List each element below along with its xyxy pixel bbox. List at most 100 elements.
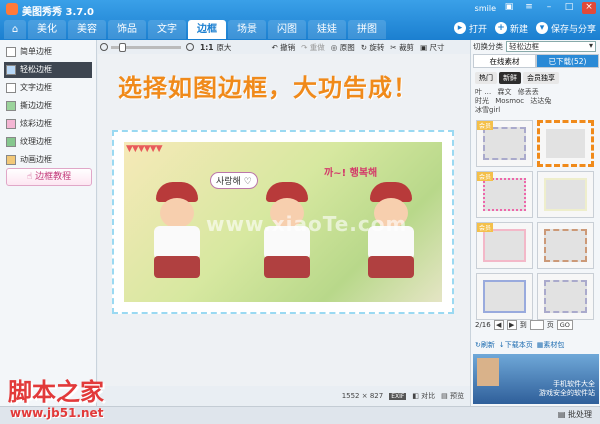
undo-button[interactable]: ↶ 撤销 (271, 42, 295, 53)
material-pack-link[interactable]: ▦素材包 (537, 340, 565, 350)
author-link[interactable]: 叶 … (475, 88, 491, 96)
zoom-slider[interactable] (111, 42, 181, 52)
tab-home[interactable]: ⌂ (4, 20, 26, 39)
zoom-slider-knob[interactable] (119, 42, 126, 52)
skin-icon[interactable]: ▣ (502, 2, 516, 14)
close-icon[interactable]: × (582, 2, 596, 14)
border-thumbnail[interactable] (537, 171, 594, 218)
photo-watermark: www.xiaoTe.com (206, 212, 408, 236)
original-size-button[interactable]: 原大 (216, 42, 231, 53)
border-thumbnail[interactable] (537, 222, 594, 269)
hand-icon: ☝ (26, 172, 36, 182)
text-border-icon (6, 83, 16, 93)
folder-icon: ▸ (453, 22, 466, 34)
ratio-button[interactable]: 1:1 (200, 43, 213, 52)
page-number-input[interactable] (529, 320, 544, 330)
sidebar-item-text[interactable]: 文字边框 (4, 80, 92, 96)
exif-button[interactable]: EXIF (389, 392, 407, 400)
compare-button[interactable]: ◧ 对比 (412, 391, 435, 401)
sidebar-item-colorful[interactable]: 炫彩边框 (4, 116, 92, 132)
vip-tag: 会员 (477, 223, 494, 232)
subtab-vip[interactable]: 会员独享 (523, 72, 559, 84)
author-link[interactable]: 达达兔 (530, 97, 551, 105)
menu-icon[interactable]: ≡ (522, 2, 536, 14)
border-thumbnail[interactable] (476, 273, 533, 320)
zoom-out-icon[interactable] (100, 43, 108, 51)
main-tabs: ⌂ 美化 美容 饰品 文字 边框 场景 闪图 娃娃 拼图 (4, 18, 386, 40)
editing-canvas[interactable]: 选择如图边框，大功告成！ ▼▼▼▼▼▼ 사랑해 ♡ 까~! 행복해 www.xi… (98, 54, 470, 386)
subtab-hot[interactable]: 热门 (475, 72, 497, 84)
subtab-new[interactable]: 新鲜 (499, 72, 521, 84)
framed-photo[interactable]: ▼▼▼▼▼▼ 사랑해 ♡ 까~! 행복해 www.xiaoTe.com (112, 130, 454, 314)
border-tutorial-button[interactable]: ☝ 边框教程 (6, 168, 92, 186)
jb51-watermark: 脚本之家 www.jb51.net (0, 372, 150, 424)
tab-border[interactable]: 边框 (188, 20, 226, 39)
next-page-icon[interactable]: ▶ (506, 320, 517, 330)
save-share-button[interactable]: ▾ 保存与分享 (535, 20, 596, 36)
jb51-url: www.jb51.net (10, 406, 104, 420)
open-button[interactable]: ▸ 打开 (453, 20, 487, 36)
save-icon: ▾ (535, 22, 548, 34)
category-select[interactable]: 轻松边框 (506, 40, 596, 52)
ad-image (477, 358, 499, 386)
instruction-headline: 选择如图边框，大功告成！ (118, 74, 418, 102)
user-name[interactable]: smile (475, 4, 496, 13)
minimize-icon[interactable]: – (542, 2, 556, 14)
border-thumbnail[interactable]: 会员 (476, 120, 533, 167)
tab-scene[interactable]: 场景 (228, 20, 266, 39)
tab-beauty[interactable]: 美容 (68, 20, 106, 39)
redo-button[interactable]: ↷ 重做 (301, 42, 325, 53)
author-link[interactable]: 霖文 (497, 88, 511, 96)
download-page-link[interactable]: ↓下载本页 (499, 340, 533, 350)
photo-handwriting-text: 까~! 행복해 (324, 168, 378, 179)
tab-flash[interactable]: 闪图 (268, 20, 306, 39)
tab-beautify[interactable]: 美化 (28, 20, 66, 39)
tab-decor[interactable]: 饰品 (108, 20, 146, 39)
border-thumbnail[interactable]: 会员 (476, 222, 533, 269)
crop-button[interactable]: ✂ 裁剪 (390, 42, 414, 53)
title-bar: 美图秀秀 3.7.0 smile ▣ ≡ – □ × ⌂ 美化 美容 饰品 文字… (0, 0, 600, 40)
zoom-in-icon[interactable] (186, 43, 194, 51)
app-title: 美图秀秀 3.7.0 (22, 7, 94, 18)
simple-border-icon (6, 47, 16, 57)
rotate-button[interactable]: ↻ 旋转 (361, 42, 385, 53)
border-thumbnail[interactable]: 会员 (476, 171, 533, 218)
sidebar-item-torn[interactable]: 撕边边框 (4, 98, 92, 114)
tab-doll[interactable]: 娃娃 (308, 20, 346, 39)
sidebar-item-easy[interactable]: 轻松边框 (4, 62, 92, 78)
tab-collage[interactable]: 拼图 (348, 20, 386, 39)
tab-text[interactable]: 文字 (148, 20, 186, 39)
sidebar-item-simple[interactable]: 简单边框 (4, 44, 92, 60)
texture-border-icon (6, 137, 16, 147)
preview-button[interactable]: ▤ 预览 (441, 391, 464, 401)
size-button[interactable]: ▣ 尺寸 (420, 42, 444, 53)
tab-downloaded[interactable]: 已下载(52) (536, 54, 599, 68)
border-thumbnail-selected[interactable] (537, 120, 594, 167)
prev-page-icon[interactable]: ◀ (493, 320, 504, 330)
vip-tag: 会员 (477, 121, 494, 130)
author-link[interactable]: 时光 (475, 97, 489, 105)
author-link[interactable]: Mosmoc (495, 97, 524, 105)
tab-online-material[interactable]: 在线素材 (473, 54, 536, 68)
image-dimensions: 1552 × 827 (341, 392, 384, 400)
border-category-sidebar: 简单边框 轻松边框 文字边框 撕边边框 炫彩边框 纹理边框 动画边框 ☝ 边框教… (0, 40, 97, 406)
sidebar-item-texture[interactable]: 纹理边框 (4, 134, 92, 150)
ad-banner[interactable]: 手机软件大全 游戏安全的软件站 (473, 354, 599, 404)
author-link[interactable]: 修丢丢 (518, 88, 539, 96)
ad-text: 手机软件大全 游戏安全的软件站 (539, 380, 595, 397)
pagination: 2/16 ◀ ▶ 到 页 GO (475, 320, 573, 330)
torn-border-icon (6, 101, 16, 111)
batch-process-button[interactable]: ▤ 批处理 (558, 409, 592, 420)
panel-links: ↻刷新 ↓下载本页 ▦素材包 (475, 340, 564, 350)
go-button[interactable]: GO (556, 320, 573, 330)
refresh-link[interactable]: ↻刷新 (475, 340, 495, 350)
border-thumbnail-grid: 会员 会员 会员 (476, 120, 596, 320)
original-button[interactable]: ◎ 原图 (331, 42, 355, 53)
maximize-icon[interactable]: □ (562, 2, 576, 14)
jb51-title: 脚本之家 (8, 377, 104, 406)
new-button[interactable]: + 新建 (494, 20, 528, 36)
author-link[interactable]: 冰雪girl (475, 106, 500, 114)
border-thumbnail[interactable] (537, 273, 594, 320)
sidebar-item-animated[interactable]: 动画边框 (4, 152, 92, 168)
header-actions: ▸ 打开 + 新建 ▾ 保存与分享 (453, 20, 596, 36)
